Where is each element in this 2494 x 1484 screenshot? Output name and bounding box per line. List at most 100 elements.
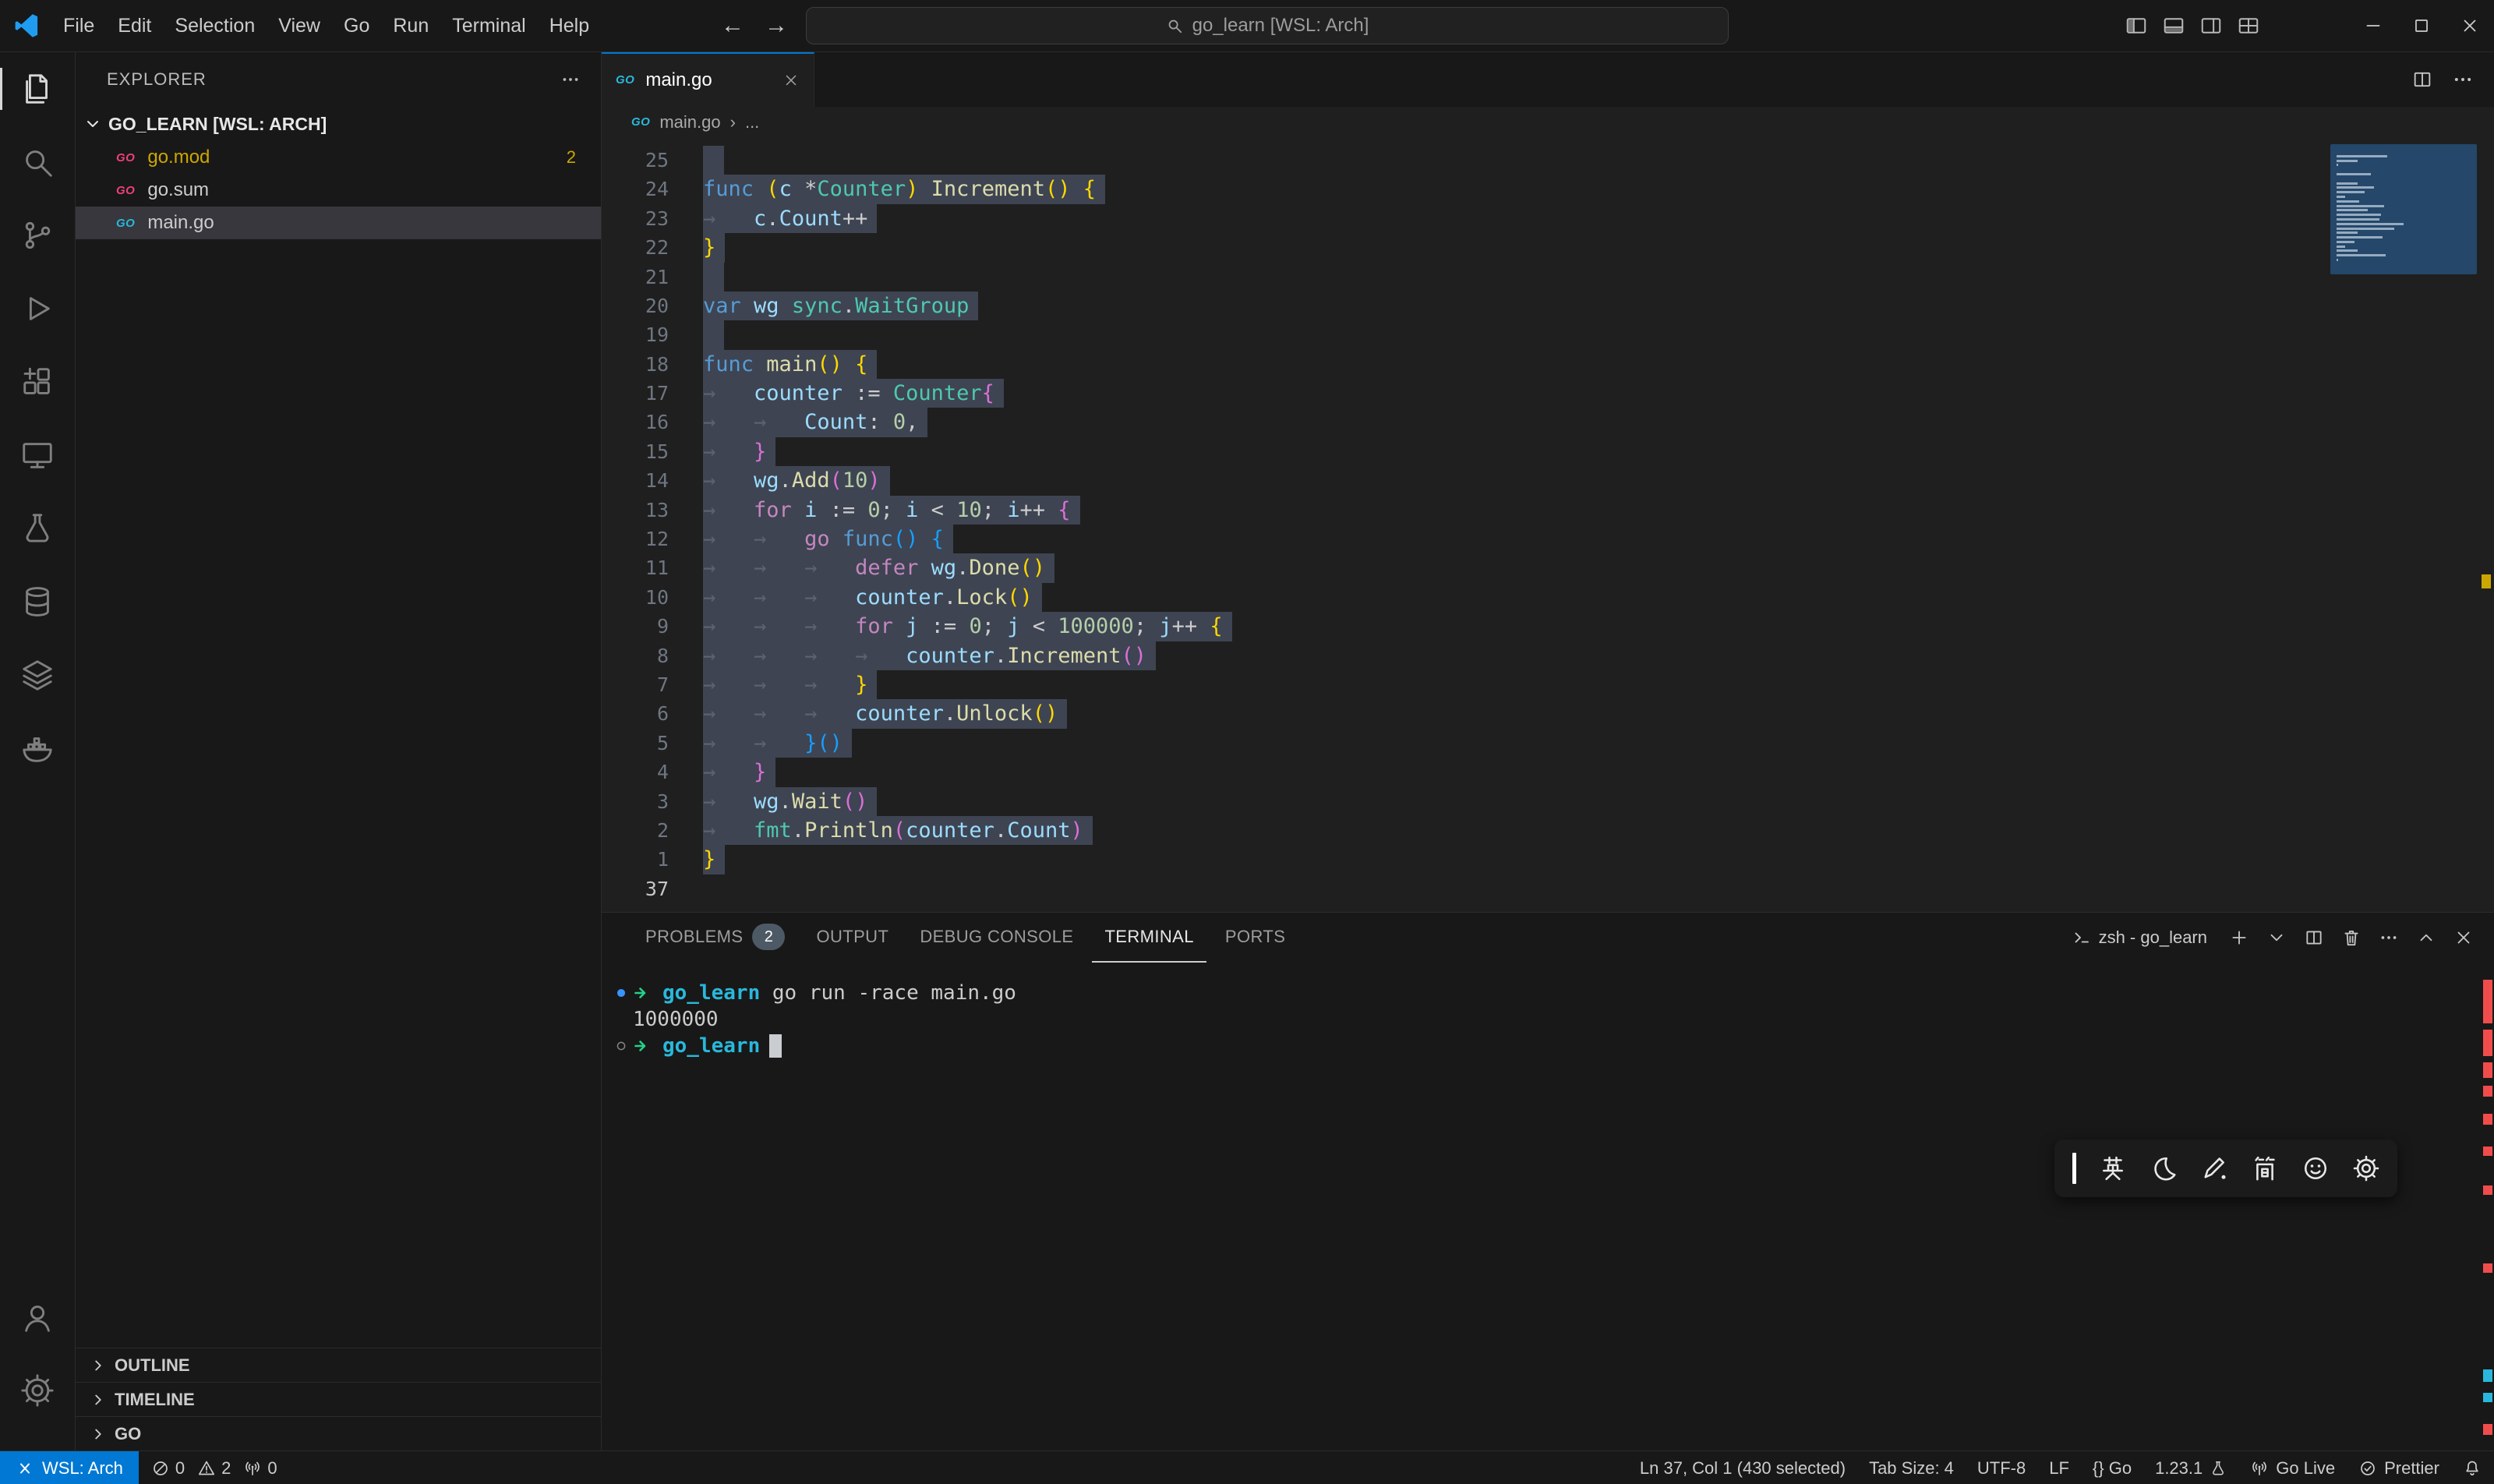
ime-emoji-icon[interactable] xyxy=(2301,1154,2330,1182)
ime-settings-icon[interactable] xyxy=(2352,1154,2380,1182)
minimize-button[interactable] xyxy=(2349,0,2397,51)
warnings-count[interactable]: 2 xyxy=(197,1458,231,1479)
eol[interactable]: LF xyxy=(2049,1458,2069,1479)
breadcrumb-file[interactable]: main.go xyxy=(659,112,720,132)
menu-edit[interactable]: Edit xyxy=(106,15,163,37)
go-live[interactable]: Go Live xyxy=(2250,1458,2335,1479)
ports-count[interactable]: 0 xyxy=(243,1458,277,1479)
code-line[interactable]: 2 → fmt.Println(counter.Count) xyxy=(602,816,2494,845)
tab-main-go[interactable]: GO main.go xyxy=(602,52,814,107)
activity-remote-explorer[interactable] xyxy=(0,419,74,492)
activity-settings[interactable] xyxy=(0,1354,74,1427)
code-line[interactable]: 15 → } xyxy=(602,437,2494,466)
code-line[interactable]: 23 → c.Count++ xyxy=(602,204,2494,233)
ime-simplified-chinese-icon[interactable] xyxy=(2251,1154,2279,1182)
breadcrumb-symbol[interactable]: ... xyxy=(745,112,759,132)
panel-tab-problems[interactable]: PROBLEMS 2 xyxy=(633,913,797,963)
code-line[interactable]: 7 → → → } xyxy=(602,670,2494,699)
cursor-position[interactable]: Ln 37, Col 1 (430 selected) xyxy=(1640,1458,1846,1479)
layout-grid-icon[interactable] xyxy=(2237,14,2260,37)
activity-accounts[interactable] xyxy=(0,1281,74,1354)
activity-testing[interactable] xyxy=(0,492,74,565)
code-line[interactable]: 21 xyxy=(602,263,2494,292)
tab-close-icon[interactable] xyxy=(782,72,800,89)
code-line[interactable]: 22 } xyxy=(602,233,2494,262)
code-line[interactable]: 20 var wg sync.WaitGroup xyxy=(602,292,2494,320)
panel-trash-icon[interactable] xyxy=(2341,928,2362,948)
panel-tab-ports[interactable]: PORTS xyxy=(1213,913,1298,963)
panel-ellipsis-icon[interactable] xyxy=(2379,928,2399,948)
command-center-search[interactable]: go_learn [WSL: Arch] xyxy=(806,7,1729,44)
panel-tab-debug-console[interactable]: DEBUG CONSOLE xyxy=(907,913,1086,963)
code-line[interactable]: 3 → wg.Wait() xyxy=(602,787,2494,816)
code-line[interactable]: 6 → → → counter.Unlock() xyxy=(602,699,2494,728)
code-line[interactable]: 9 → → → for j := 0; j < 100000; j++ { xyxy=(602,612,2494,641)
menu-help[interactable]: Help xyxy=(538,15,601,37)
activity-layers[interactable] xyxy=(0,638,74,712)
back-button[interactable]: ← xyxy=(721,12,744,39)
ime-lang-english-icon[interactable] xyxy=(2099,1154,2127,1182)
explorer-root-folder[interactable]: GO_LEARN [WSL: ARCH] xyxy=(76,107,601,141)
code-line[interactable]: 19 xyxy=(602,320,2494,349)
code-line[interactable]: 17 → counter := Counter{ xyxy=(602,379,2494,408)
code-line[interactable]: 14 → wg.Add(10) xyxy=(602,466,2494,495)
maximize-button[interactable] xyxy=(2397,0,2446,51)
code-line[interactable]: 12 → → go func() { xyxy=(602,525,2494,553)
code-line[interactable]: 10 → → → counter.Lock() xyxy=(602,583,2494,612)
activity-explorer[interactable] xyxy=(0,52,74,125)
language-mode[interactable]: {} Go xyxy=(2093,1458,2132,1479)
code-line[interactable]: 24 func (c *Counter) Increment() { xyxy=(602,175,2494,203)
panel-tab-terminal[interactable]: TERMINAL xyxy=(1092,913,1206,963)
close-window-button[interactable] xyxy=(2446,0,2494,51)
code-line[interactable]: 25 xyxy=(602,146,2494,175)
code-line[interactable]: 5 → → }() xyxy=(602,729,2494,758)
activity-docker[interactable] xyxy=(0,712,74,785)
encoding[interactable]: UTF-8 xyxy=(1977,1458,2026,1479)
menu-view[interactable]: View xyxy=(267,15,332,37)
activity-database[interactable] xyxy=(0,565,74,638)
panel-tab-output[interactable]: OUTPUT xyxy=(804,913,901,963)
split-editor-icon[interactable] xyxy=(2411,69,2433,90)
terminal-instance-selector[interactable]: zsh - go_learn xyxy=(2072,928,2207,948)
menu-terminal[interactable]: Terminal xyxy=(440,15,537,37)
ime-halfwidth-moon-icon[interactable] xyxy=(2150,1154,2178,1182)
code-line[interactable]: 4 → } xyxy=(602,758,2494,786)
errors-count[interactable]: 0 xyxy=(151,1458,185,1479)
code-line[interactable]: 1 } xyxy=(602,845,2494,874)
panel-chev-up-icon[interactable] xyxy=(2416,928,2436,948)
code-line[interactable]: 11 → → → defer wg.Done() xyxy=(602,553,2494,582)
code-line[interactable]: 16 → → Count: 0, xyxy=(602,408,2494,436)
code-editor[interactable]: 25 24 func (c *Counter) Increment() { 23… xyxy=(602,138,2494,912)
remote-indicator[interactable]: WSL: Arch xyxy=(0,1451,139,1484)
activity-extensions[interactable] xyxy=(0,345,74,419)
menu-run[interactable]: Run xyxy=(381,15,440,37)
code-line[interactable]: 18 func main() { xyxy=(602,350,2494,379)
file-go.mod[interactable]: GO go.mod 2 xyxy=(76,141,601,174)
file-go.sum[interactable]: GO go.sum xyxy=(76,174,601,207)
prettier[interactable]: Prettier xyxy=(2358,1458,2439,1479)
notifications-bell[interactable] xyxy=(2463,1459,2482,1478)
ime-punctuation-pen-icon[interactable] xyxy=(2200,1154,2228,1182)
activity-source-control[interactable] xyxy=(0,199,74,272)
code-line[interactable]: 13 → for i := 0; i < 10; i++ { xyxy=(602,496,2494,525)
panel-chev-down-icon[interactable] xyxy=(2266,928,2287,948)
section-go[interactable]: GO xyxy=(76,1416,601,1450)
layout-panel-icon[interactable] xyxy=(2162,14,2185,37)
editor-more-actions-icon[interactable] xyxy=(2452,69,2474,90)
activity-search[interactable] xyxy=(0,125,74,199)
file-main.go[interactable]: GO main.go xyxy=(76,207,601,239)
layout-sidebar-right-icon[interactable] xyxy=(2199,14,2223,37)
forward-button[interactable]: → xyxy=(765,12,788,39)
section-timeline[interactable]: TIMELINE xyxy=(76,1382,601,1416)
terminal[interactable]: go_learn go run -race main.go1000000go_l… xyxy=(602,963,2494,1450)
layout-sidebar-icon[interactable] xyxy=(2125,14,2148,37)
activity-run-debug[interactable] xyxy=(0,272,74,345)
panel-close-icon[interactable] xyxy=(2453,928,2474,948)
menu-selection[interactable]: Selection xyxy=(163,15,267,37)
minimap[interactable] xyxy=(2330,144,2477,274)
section-outline[interactable]: OUTLINE xyxy=(76,1348,601,1382)
go-version[interactable]: 1.23.1 xyxy=(2155,1458,2227,1479)
panel-plus-icon[interactable] xyxy=(2229,928,2249,948)
menu-file[interactable]: File xyxy=(51,15,106,37)
panel-split-icon[interactable] xyxy=(2304,928,2324,948)
